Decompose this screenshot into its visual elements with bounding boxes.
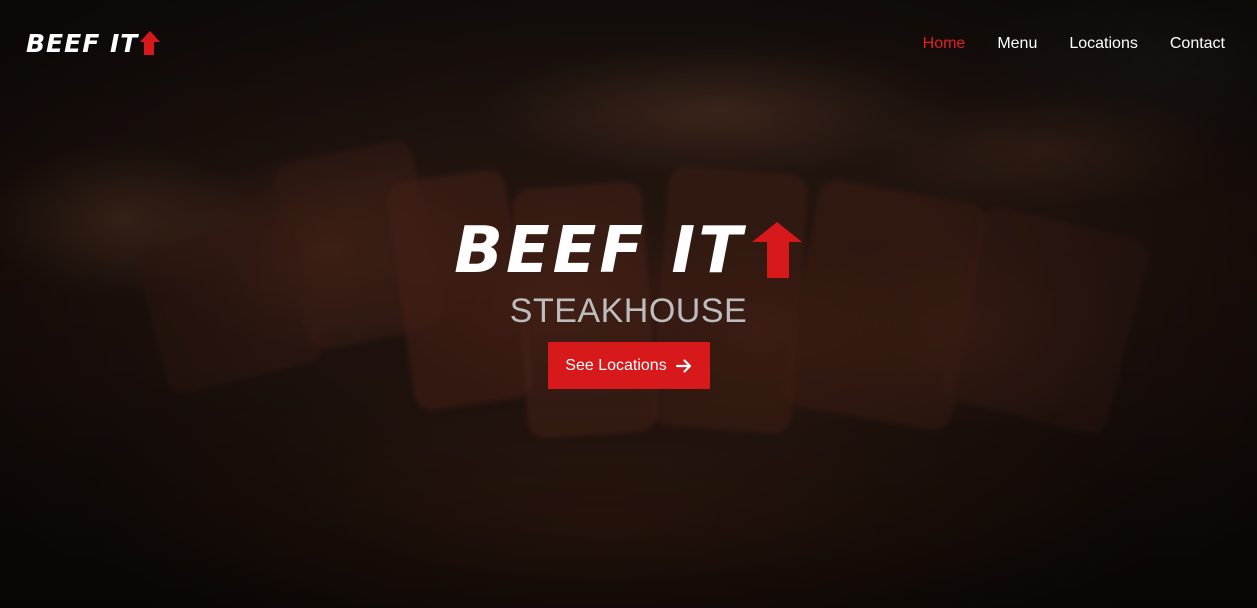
nav-item-contact[interactable]: Contact <box>1170 34 1225 54</box>
see-locations-button[interactable]: See Locations <box>547 342 710 389</box>
up-arrow-icon <box>140 31 161 55</box>
nav-item-menu[interactable]: Menu <box>997 34 1037 54</box>
hero-logo-text: BEEF IT <box>454 214 745 288</box>
nav-item-home[interactable]: Home <box>923 34 966 54</box>
nav-logo-text: BEEF IT <box>26 29 139 58</box>
hero-logo: BEEF IT <box>454 216 803 286</box>
nav-menu: Home Menu Locations Contact <box>923 34 1225 54</box>
up-arrow-icon <box>751 222 802 278</box>
hero-content: BEEF IT STEAKHOUSE See Locations <box>0 216 1257 389</box>
hero-section: BEEF IT Home Menu Locations Contact BEEF… <box>0 0 1257 608</box>
arrow-right-icon <box>675 358 691 373</box>
see-locations-label: See Locations <box>565 356 667 374</box>
hero-subtitle: STEAKHOUSE <box>509 292 748 330</box>
nav-logo[interactable]: BEEF IT <box>26 30 161 58</box>
nav-item-locations[interactable]: Locations <box>1069 34 1138 54</box>
